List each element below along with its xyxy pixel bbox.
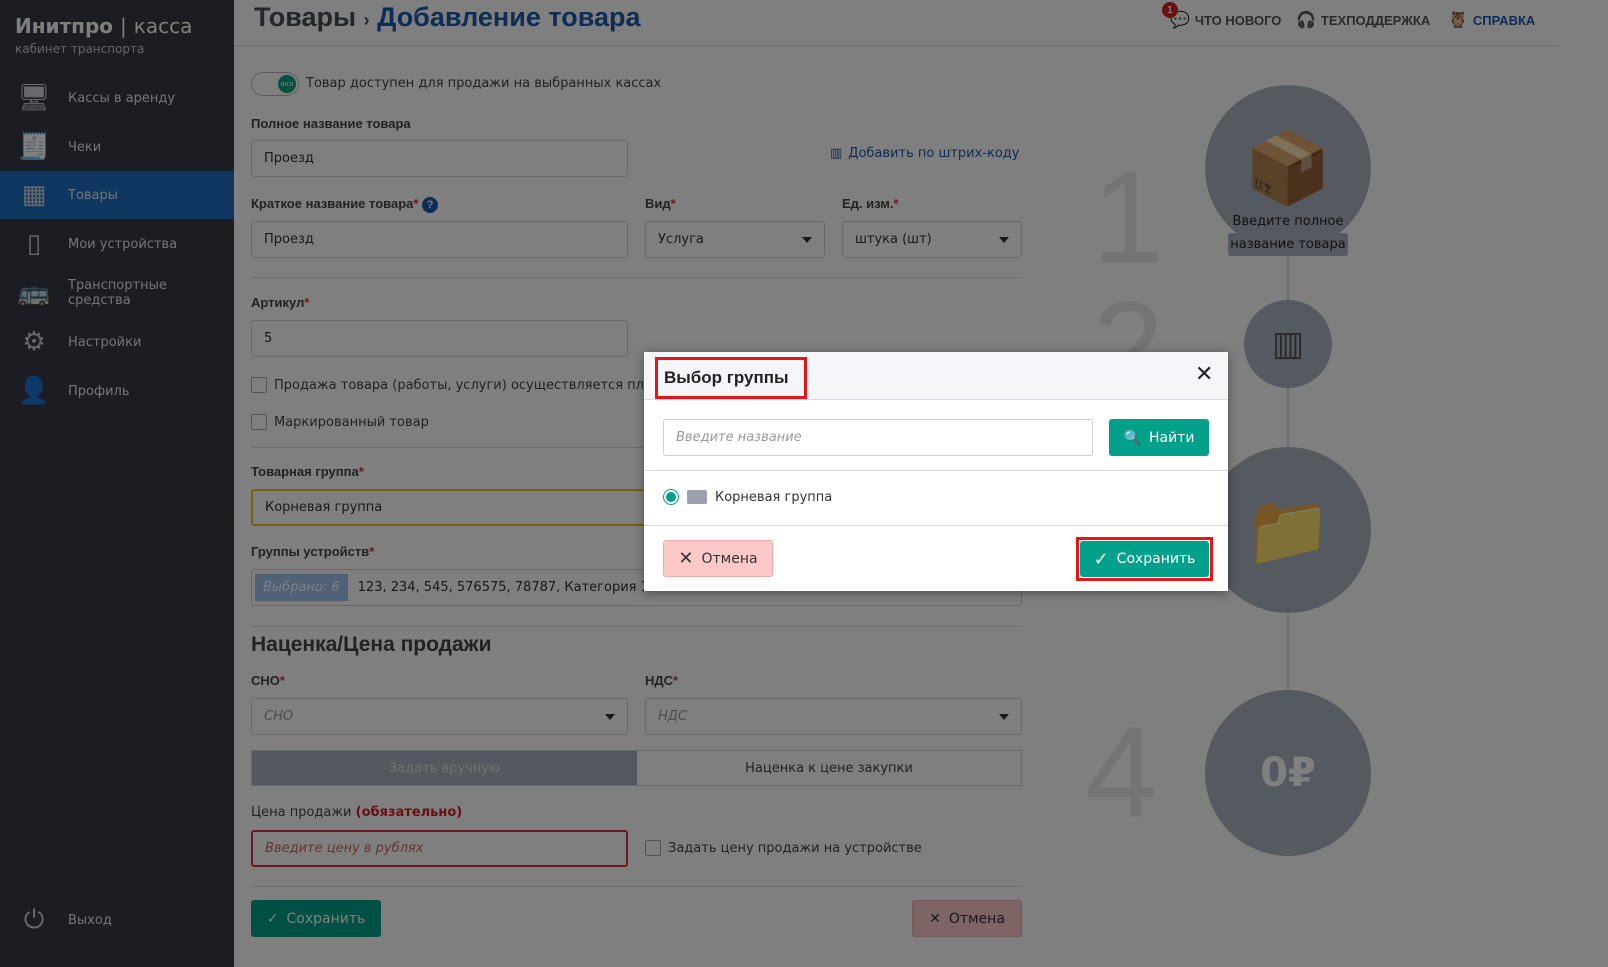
group-option-label: Корневая группа	[715, 489, 833, 505]
folder-icon	[687, 490, 707, 504]
group-search-input[interactable]: Введите название	[663, 419, 1093, 456]
group-option[interactable]: Корневая группа	[663, 489, 832, 505]
modal-title: Выбор группы	[655, 357, 807, 399]
search-document-icon: 🔍	[1123, 429, 1141, 446]
check-icon: ✓	[1093, 548, 1109, 570]
cancel-label: Отмена	[701, 550, 758, 567]
radio-selected[interactable]	[663, 489, 679, 505]
find-label: Найти	[1148, 429, 1195, 446]
divider	[644, 525, 1228, 526]
group-select-modal: Выбор группы ✕ Введите название 🔍 Найти К…	[644, 352, 1228, 591]
close-icon[interactable]: ✕	[1195, 362, 1213, 387]
modal-cancel-button[interactable]: ✕ Отмена	[663, 540, 773, 577]
modal-save-button[interactable]: ✓ Сохранить	[1080, 541, 1209, 577]
divider	[644, 470, 1228, 471]
find-button[interactable]: 🔍 Найти	[1109, 419, 1209, 456]
save-label: Сохранить	[1116, 551, 1196, 567]
close-icon: ✕	[678, 548, 694, 569]
